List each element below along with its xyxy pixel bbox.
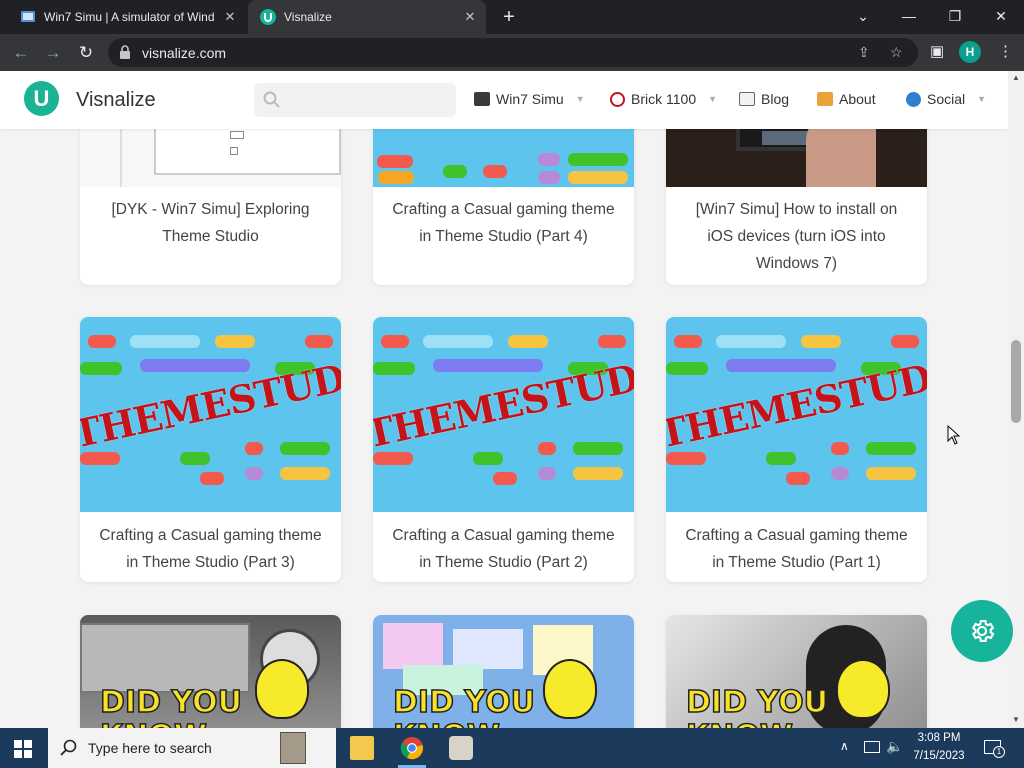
scroll-up-icon[interactable]: ▲ — [1012, 73, 1020, 82]
memo-icon — [739, 92, 755, 106]
post-thumbnail: DID YOU KNOW — [666, 615, 927, 728]
post-title: Crafting a Casual gaming theme in Theme … — [392, 201, 615, 245]
post-thumbnail: DID YOU KNOW — [373, 615, 634, 728]
tab-visnalize[interactable]: Visnalize ✕ — [248, 0, 486, 34]
side-panel-icon[interactable]: ▣ — [930, 42, 944, 60]
close-tab-icon[interactable]: ✕ — [220, 9, 240, 25]
did-you-know-text: KNOW — [685, 718, 793, 728]
search-highlight-icon — [280, 732, 306, 764]
profile-avatar[interactable]: H — [959, 41, 981, 63]
scrollbar-thumb[interactable] — [1011, 340, 1021, 423]
lightbulb-icon — [543, 659, 597, 719]
browser-tab-strip: Win7 Simu | A simulator of Wind ✕ Visnal… — [0, 0, 1024, 34]
address-bar[interactable]: visnalize.com ⇪ ☆ — [108, 38, 918, 67]
did-you-know-text: DID YOU — [99, 684, 242, 721]
post-card[interactable]: THEMESTUDIO Crafting a Casual gaming the… — [373, 317, 634, 582]
clock-time[interactable]: 3:08 PM — [912, 732, 966, 744]
laptop-icon — [474, 92, 490, 106]
mouse-cursor-icon — [947, 425, 960, 445]
post-thumbnail: THEMESTUDIO — [373, 317, 634, 512]
new-tab-button[interactable]: + — [498, 6, 520, 28]
chevron-down-icon: ▼ — [977, 94, 987, 104]
nav-item-blog[interactable]: Blog — [739, 91, 789, 107]
post-card[interactable]: THEMESTUDIO Crafting a Casual gaming the… — [666, 317, 927, 582]
post-thumbnail: THEMESTUDIO — [666, 317, 927, 512]
search-icon — [263, 91, 280, 108]
browser-toolbar: ← → ↻ visnalize.com ⇪ ☆ ▣ H ⋮ — [0, 34, 1024, 71]
tab-win7-simu[interactable]: Win7 Simu | A simulator of Wind ✕ — [8, 0, 246, 34]
paint-app-icon[interactable] — [449, 736, 473, 760]
share-icon[interactable]: ⇪ — [858, 44, 870, 61]
nav-item-win7-simu[interactable]: Win7 Simu ▼ — [474, 91, 585, 107]
post-card[interactable]: DID YOU KNOW — [373, 615, 634, 728]
post-card[interactable]: DID YOU KNOW — [80, 615, 341, 728]
lightbulb-icon — [255, 659, 309, 719]
site-search-input[interactable] — [254, 83, 456, 117]
post-title: Crafting a Casual gaming theme in Theme … — [392, 527, 615, 571]
taskbar-search-placeholder: Type here to search — [88, 740, 212, 756]
reload-icon[interactable]: ↻ — [75, 42, 97, 64]
lightbulb-icon — [836, 659, 890, 719]
site-name[interactable]: Visnalize — [76, 89, 156, 112]
forward-arrow-icon[interactable]: → — [42, 42, 64, 64]
nav-label: About — [839, 91, 876, 107]
search-icon — [60, 739, 77, 756]
did-you-know-text: DID YOU — [685, 684, 828, 721]
url-text: visnalize.com — [142, 45, 227, 61]
nav-label: Social — [927, 91, 966, 107]
lock-icon — [120, 45, 130, 59]
chevron-down-icon: ▼ — [708, 94, 718, 104]
did-you-know-text: KNOW — [392, 718, 500, 728]
network-icon[interactable] — [864, 741, 880, 753]
post-card[interactable]: THEMESTUDIO Crafting a Casual gaming the… — [80, 317, 341, 582]
notification-count-badge: 1 — [993, 746, 1005, 758]
chrome-icon[interactable] — [400, 736, 424, 760]
back-arrow-icon[interactable]: ← — [10, 42, 32, 64]
clock-date[interactable]: 7/15/2023 — [912, 750, 966, 762]
nav-label: Brick 1100 — [631, 91, 697, 107]
did-you-know-text: DID YOU — [392, 684, 535, 721]
win7-simu-favicon-icon — [21, 11, 35, 22]
windows-taskbar: Type here to search ∧ 🔈 3:08 PM 7/15/202… — [0, 728, 1024, 768]
no-entry-icon — [610, 91, 625, 107]
chevron-down-icon: ▼ — [575, 94, 585, 104]
visnalize-favicon-icon — [260, 9, 276, 25]
bookmark-star-icon[interactable]: ☆ — [890, 44, 903, 61]
windows-start-icon[interactable] — [14, 740, 32, 758]
site-logo[interactable]: U — [24, 81, 59, 116]
nav-item-brick-1100[interactable]: Brick 1100 ▼ — [610, 91, 717, 107]
nav-item-social[interactable]: Social ▼ — [906, 91, 986, 107]
post-title: [DYK - Win7 Simu] Exploring Theme Studio — [111, 201, 310, 245]
post-title: Crafting a Casual gaming theme in Theme … — [99, 527, 322, 571]
tab-title: Win7 Simu | A simulator of Wind — [44, 10, 215, 24]
notification-center-icon[interactable]: 1 — [984, 740, 1005, 758]
post-card[interactable]: DID YOU KNOW — [666, 615, 927, 728]
minimize-button[interactable]: — — [886, 0, 932, 34]
scroll-down-icon[interactable]: ▼ — [1012, 715, 1020, 724]
nav-item-about[interactable]: About — [817, 91, 876, 107]
nav-label: Win7 Simu — [496, 91, 564, 107]
people-icon — [817, 92, 833, 106]
gear-icon — [971, 620, 995, 642]
site-header: U Visnalize Win7 Simu ▼ Brick 1100 ▼ Blo… — [0, 71, 1008, 129]
post-thumbnail: DID YOU KNOW — [80, 615, 341, 728]
tab-title: Visnalize — [284, 10, 332, 24]
post-title: Crafting a Casual gaming theme in Theme … — [685, 527, 908, 571]
page-viewport: [DYK - Win7 Simu] Exploring Theme Studio… — [0, 71, 1008, 728]
nav-label: Blog — [761, 91, 790, 107]
did-you-know-text: KNOW — [99, 718, 207, 728]
close-window-button[interactable]: ✕ — [978, 0, 1024, 34]
tab-search-chevron-down-icon[interactable]: ⌄ — [840, 0, 886, 34]
close-tab-icon[interactable]: ✕ — [460, 9, 480, 25]
restore-button[interactable]: ❐ — [932, 0, 978, 34]
show-hidden-icons-chevron-up-icon[interactable]: ∧ — [840, 739, 849, 753]
file-explorer-icon[interactable] — [350, 736, 374, 760]
post-thumbnail: THEMESTUDIO — [80, 317, 341, 512]
volume-muted-icon[interactable]: 🔈 — [886, 738, 903, 755]
settings-gear-button[interactable] — [951, 600, 1013, 662]
globe-icon — [906, 91, 921, 107]
taskbar-search-box[interactable]: Type here to search — [48, 728, 336, 768]
kebab-menu-icon[interactable]: ⋮ — [998, 42, 1013, 60]
post-title: [Win7 Simu] How to install on iOS device… — [695, 201, 898, 272]
